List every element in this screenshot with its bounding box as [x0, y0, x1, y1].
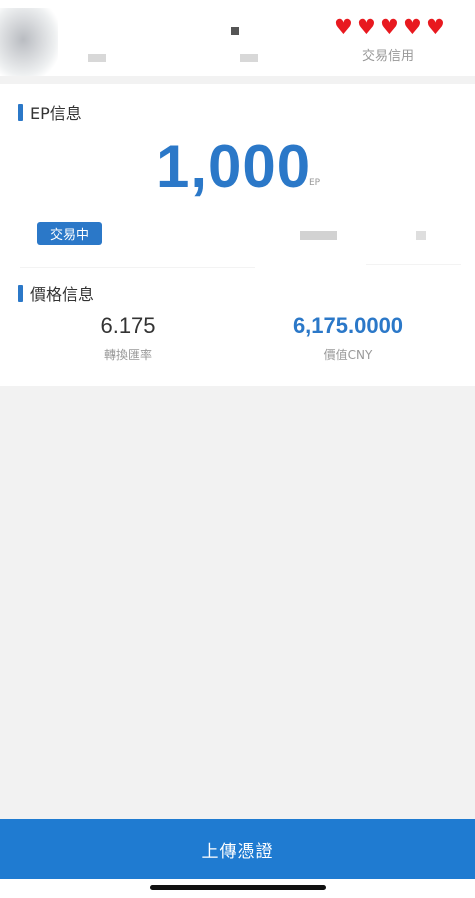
divider	[366, 264, 461, 265]
credit-label: 交易信用	[362, 49, 415, 64]
blurred-text	[416, 231, 426, 240]
blurred-text	[240, 54, 258, 62]
heart-icon: ♥	[334, 15, 353, 39]
exchange-rate: 6.175 轉換匯率	[18, 313, 238, 363]
home-indicator[interactable]	[150, 885, 326, 890]
section-marker	[18, 103, 23, 121]
blurred-text	[88, 54, 106, 62]
ep-unit: EP	[309, 178, 321, 188]
price-section-title-text: 價格信息	[30, 285, 95, 304]
heart-icon: ♥	[380, 15, 399, 39]
section-marker	[18, 284, 23, 302]
blurred-text	[231, 27, 239, 35]
blurred-text	[300, 231, 337, 240]
upload-proof-button[interactable]: 上傳憑證	[0, 819, 475, 879]
cny-value-amount: 6,175.0000	[292, 313, 404, 338]
price-info: 6.175 轉換匯率 6,175.0000 價值CNY	[0, 313, 475, 373]
status-badge: 交易中	[37, 222, 102, 245]
divider	[20, 267, 255, 268]
cny-value: 6,175.0000 價值CNY	[238, 313, 458, 363]
heart-icon: ♥	[426, 15, 445, 39]
trade-header: ♥ ♥ ♥ ♥ ♥ 交易信用	[0, 0, 475, 78]
cny-value-label: 價值CNY	[323, 348, 373, 362]
price-section-title: 價格信息	[18, 281, 94, 305]
home-indicator-area	[0, 879, 475, 898]
ep-section-title: EP信息	[18, 100, 82, 124]
exchange-rate-label: 轉換匯率	[103, 348, 152, 362]
heart-icon: ♥	[403, 15, 422, 39]
credit-rating: ♥ ♥ ♥ ♥ ♥	[334, 15, 445, 39]
ep-section-title-text: EP信息	[30, 104, 82, 123]
divider	[0, 76, 475, 84]
avatar	[0, 8, 58, 78]
exchange-rate-value: 6.175	[100, 313, 156, 338]
heart-icon: ♥	[357, 15, 376, 39]
ep-info-card: EP信息 1,000 EP 交易中 價格信息 6.175 轉換匯率 6,175.…	[0, 84, 475, 386]
ep-amount: 1,000	[156, 133, 312, 200]
